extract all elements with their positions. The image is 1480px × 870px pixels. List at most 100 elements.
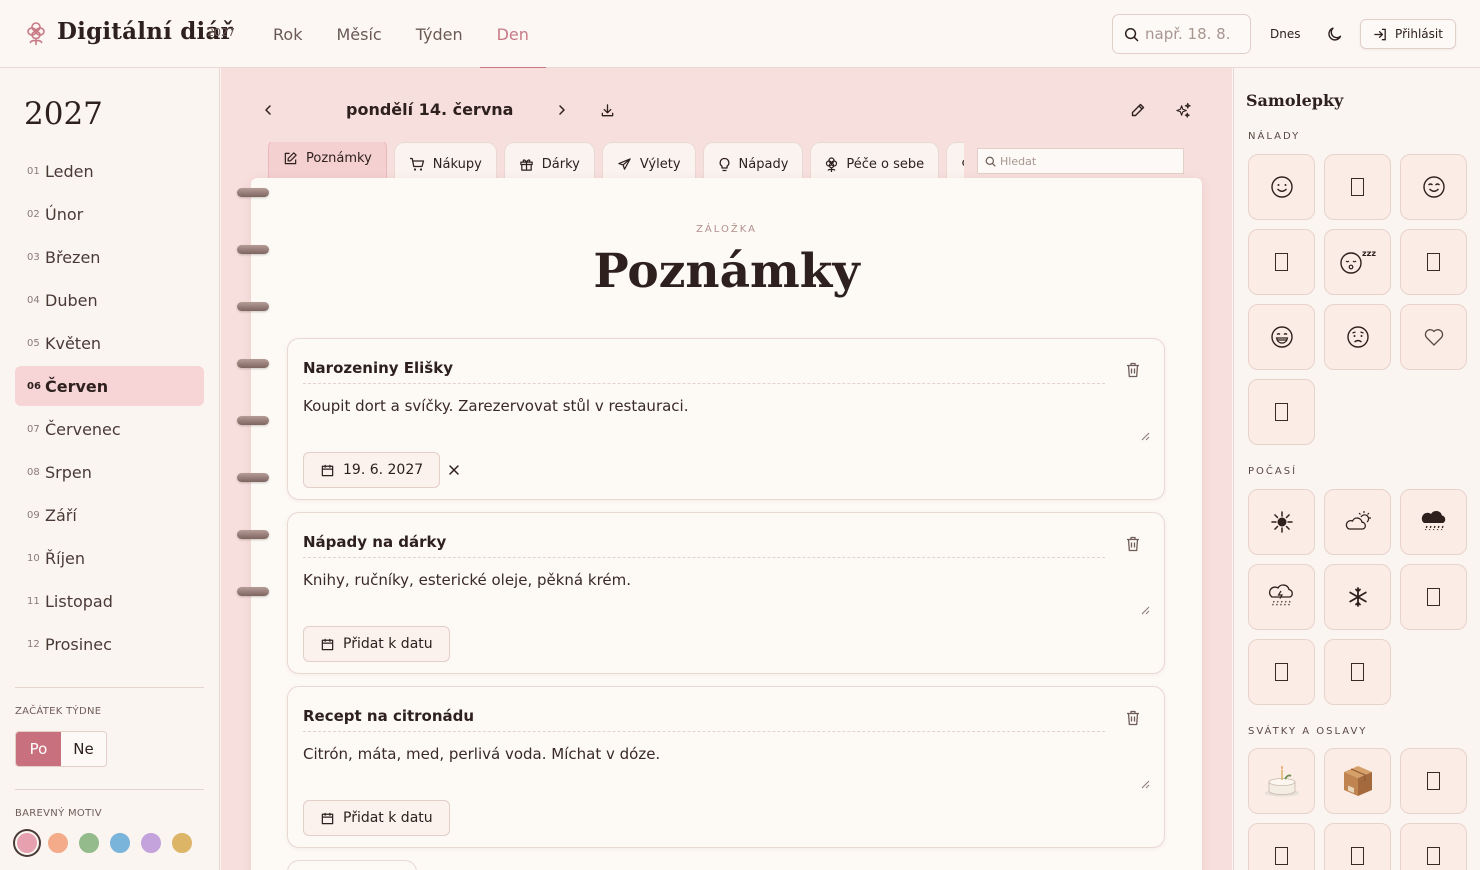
sticker-placeholder[interactable]	[1400, 564, 1467, 630]
tab-gifts[interactable]: Dárky	[503, 142, 595, 182]
trash-icon[interactable]	[1124, 535, 1142, 553]
month-number: 02	[27, 208, 40, 220]
month-item-active[interactable]: 06 Červen	[15, 366, 204, 406]
trash-icon[interactable]	[1124, 709, 1142, 727]
month-item[interactable]: 01 Leden	[15, 151, 204, 191]
missing-glyph-icon	[1275, 663, 1288, 681]
tab-ideas[interactable]: Nápady	[702, 142, 804, 182]
relieved-face-icon	[1422, 176, 1445, 198]
note-title[interactable]: Recept na citronádu	[303, 707, 474, 725]
trash-icon[interactable]	[1124, 361, 1142, 379]
week-start-sunday[interactable]: Ne	[61, 732, 106, 766]
theme-swatch-green[interactable]	[77, 831, 101, 855]
sticker-worried[interactable]	[1324, 304, 1391, 370]
add-to-date-button[interactable]: Přidat k datu	[303, 626, 450, 662]
sticker-smile[interactable]	[1248, 154, 1315, 220]
sticker-placeholder[interactable]	[1324, 823, 1391, 870]
tab-notes[interactable]: Poznámky	[268, 142, 387, 178]
sticker-placeholder[interactable]	[1248, 639, 1315, 705]
resize-handle-icon[interactable]	[1141, 432, 1150, 441]
month-item[interactable]: 09 Září	[15, 495, 204, 535]
month-item[interactable]: 12 Prosinec	[15, 624, 204, 664]
sticker-cake[interactable]	[1248, 748, 1315, 814]
sticker-placeholder[interactable]	[1248, 229, 1315, 295]
note-body[interactable]: Citrón, máta, med, perlivá voda. Míchat …	[303, 745, 660, 763]
theme-swatch-peach[interactable]	[46, 831, 70, 855]
month-item[interactable]: 11 Listopad	[15, 581, 204, 621]
tab-shopping[interactable]: Nákupy	[393, 142, 497, 182]
sticker-rain[interactable]	[1400, 489, 1467, 555]
month-item[interactable]: 08 Srpen	[15, 452, 204, 492]
sticker-relieved[interactable]	[1400, 154, 1467, 220]
login-button[interactable]: Přihlásit	[1360, 19, 1456, 49]
tab-trips[interactable]: Výlety	[601, 142, 696, 182]
day-title: pondělí 14. června	[346, 100, 514, 119]
sticker-placeholder[interactable]	[1400, 823, 1467, 870]
month-item[interactable]: 04 Duben	[15, 280, 204, 320]
sticker-storm[interactable]	[1248, 564, 1315, 630]
theme-swatch-gold[interactable]	[170, 831, 194, 855]
month-name: Leden	[45, 161, 94, 181]
theme-swatch-pink[interactable]	[15, 831, 39, 855]
month-item[interactable]: 05 Květen	[15, 323, 204, 363]
sticker-snow[interactable]	[1324, 564, 1391, 630]
sticker-heart[interactable]	[1400, 304, 1467, 370]
tab-label: Výlety	[639, 157, 681, 172]
nav-month[interactable]: Měsíc	[319, 0, 398, 68]
month-name: Listopad	[45, 591, 113, 611]
smile-face-icon	[1270, 176, 1293, 198]
binder-ring	[237, 188, 269, 197]
tab-self-care[interactable]: Péče o sebe	[810, 142, 940, 182]
dark-mode-toggle[interactable]	[1321, 20, 1349, 48]
sticker-category-holidays: SVÁTKY A OSLAVY	[1248, 726, 1368, 737]
sticker-sleepy[interactable]: zzz	[1324, 229, 1391, 295]
decorate-button[interactable]	[1169, 96, 1197, 124]
note-body[interactable]: Knihy, ručníky, esterické oleje, pěkná k…	[303, 571, 631, 589]
month-item[interactable]: 02 Únor	[15, 194, 204, 234]
notes-search-input[interactable]	[1000, 153, 1178, 170]
week-start-monday[interactable]: Po	[16, 732, 61, 766]
note-date: 19. 6. 2027	[343, 462, 424, 478]
sticker-placeholder[interactable]	[1248, 823, 1315, 870]
sticker-partly-cloudy[interactable]	[1324, 489, 1391, 555]
note-title[interactable]: Narozeniny Elišky	[303, 359, 453, 377]
nav-day[interactable]: Den	[479, 0, 547, 69]
sidebar-divider	[15, 789, 204, 790]
next-day-button[interactable]	[548, 96, 576, 124]
add-to-date-button[interactable]: Přidat k datu	[303, 800, 450, 836]
flower-icon	[826, 156, 838, 172]
date-search-input[interactable]	[1145, 23, 1245, 45]
sticker-placeholder[interactable]	[1400, 748, 1467, 814]
sticker-sun[interactable]	[1248, 489, 1315, 555]
month-item[interactable]: 07 Červenec	[15, 409, 204, 449]
prev-day-button[interactable]	[254, 96, 282, 124]
nav-year[interactable]: Rok	[256, 0, 319, 68]
today-button[interactable]: Dnes	[1262, 22, 1308, 46]
nav-week[interactable]: Týden	[399, 0, 480, 68]
month-item[interactable]: 10 Říjen	[15, 538, 204, 578]
theme-swatch-blue[interactable]	[108, 831, 132, 855]
tab-more[interactable]	[946, 142, 964, 182]
resize-handle-icon[interactable]	[1141, 780, 1150, 789]
theme-swatch-lavender[interactable]	[139, 831, 163, 855]
edit-button[interactable]	[1124, 96, 1152, 124]
sticker-package[interactable]	[1324, 748, 1391, 814]
calendar-icon	[321, 638, 334, 650]
worried-face-icon	[1346, 326, 1369, 348]
note-title[interactable]: Nápady na dárky	[303, 533, 446, 551]
note-body[interactable]: Koupit dort a svíčky. Zarezervovat stůl …	[303, 397, 688, 415]
note-edit-icon	[284, 152, 297, 165]
day-view: pondělí 14. června Poznámky Nákupy Dárky	[221, 68, 1232, 870]
download-button[interactable]	[593, 96, 621, 124]
month-item[interactable]: 03 Březen	[15, 237, 204, 277]
resize-handle-icon[interactable]	[1141, 606, 1150, 615]
sticker-placeholder[interactable]	[1248, 379, 1315, 445]
sticker-placeholder[interactable]	[1324, 154, 1391, 220]
sticker-placeholder[interactable]	[1400, 229, 1467, 295]
note-date-chip[interactable]: 19. 6. 2027	[303, 452, 441, 488]
sticker-grin[interactable]	[1248, 304, 1315, 370]
sticker-placeholder[interactable]	[1324, 639, 1391, 705]
note-divider	[303, 557, 1105, 558]
category-tabs: Poznámky Nákupy Dárky Výlety Nápady Péče…	[268, 142, 964, 182]
close-icon[interactable]	[446, 462, 462, 478]
